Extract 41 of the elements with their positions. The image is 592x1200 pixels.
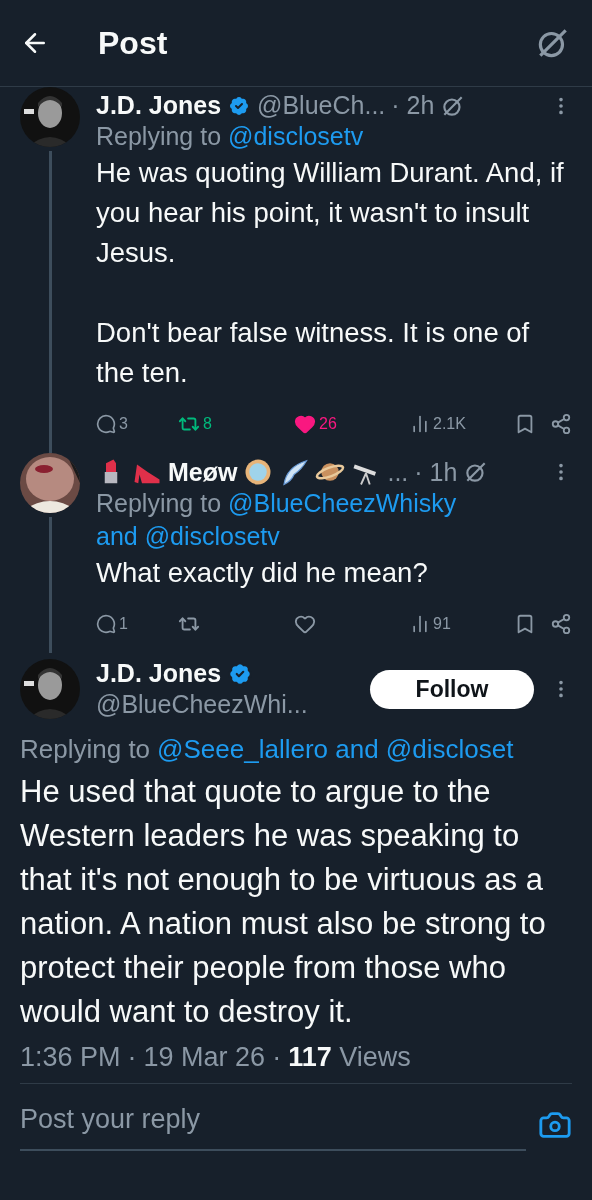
post-text: What exactly did he mean? <box>96 556 429 590</box>
heart-icon <box>294 613 316 635</box>
mention-link[interactable]: and @disclosetv <box>96 520 280 553</box>
author-handle: ... <box>387 457 409 487</box>
comment-icon <box>96 414 116 434</box>
heart-icon <box>294 413 316 435</box>
reply-field[interactable]: Post your reply <box>20 1098 526 1151</box>
mention-link[interactable]: @Seee_lallero and @discloset <box>157 733 514 766</box>
author-name: Meøw <box>168 457 238 487</box>
author-name: J.D. Jones <box>96 659 222 688</box>
reply-count[interactable]: 3 <box>96 414 178 434</box>
bar-chart-icon <box>410 614 430 634</box>
post-text: He used that quote to argue to the Western leaders he was speaking to that it's not enough to be virtuous as a nation. A nation must also be strong to protect their people from those who would want to destroy it. <box>20 773 547 1031</box>
mention-link[interactable]: @disclosetv <box>228 120 364 153</box>
post-date: 19 Mar 26 <box>143 1042 266 1073</box>
like-count[interactable]: 26 <box>294 413 410 435</box>
page-title: Post <box>98 24 169 62</box>
reply-count[interactable]: 1 <box>96 614 178 634</box>
follow-button[interactable]: Follow <box>370 669 534 709</box>
replying-to-label: Replying to <box>96 488 222 519</box>
repost-count[interactable]: 8 <box>178 413 294 435</box>
bar-chart-icon <box>410 414 430 434</box>
comment-icon <box>96 614 116 634</box>
post-time: · 2h <box>391 91 435 120</box>
view-count[interactable]: 91 <box>410 614 498 634</box>
author-handle: @BlueCh... <box>257 91 386 120</box>
share-icon[interactable] <box>550 613 572 635</box>
replying-to-label: Replying to <box>20 733 151 766</box>
post-time: 1:36 PM <box>20 1042 121 1073</box>
replying-to-label: Replying to <box>96 121 222 152</box>
post-text: He was quoting William Durant. And, if you hear his point, it wasn't to insult Jesus. <box>96 156 565 270</box>
author-name: J.D. Jones <box>96 91 222 120</box>
post-text: Don't bear false witness. It is one of the ten. <box>96 316 531 390</box>
share-icon[interactable] <box>550 413 572 435</box>
view-count: 117 Views <box>288 1042 411 1073</box>
view-count[interactable]: 2.1K <box>410 414 498 434</box>
separator-dot: · <box>272 1042 282 1073</box>
mention-link[interactable]: @BlueCheezWhisky <box>228 487 457 520</box>
author-handle: @BlueCheezWhi... <box>96 690 308 719</box>
post-time: · 1h <box>414 457 458 487</box>
separator-dot: · <box>127 1042 137 1073</box>
